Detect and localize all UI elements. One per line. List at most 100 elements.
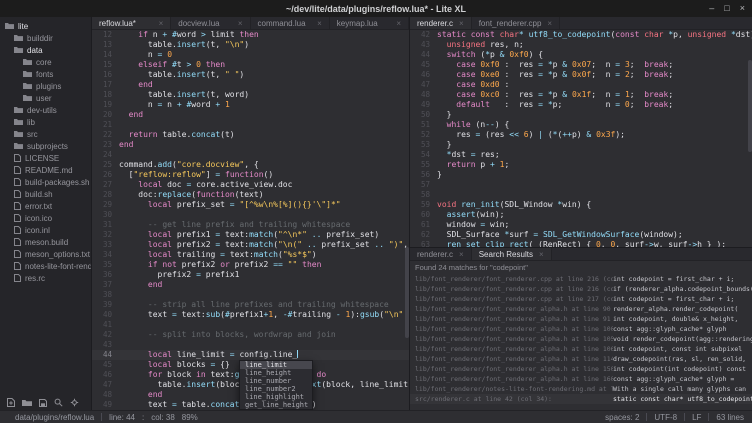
tab-search-results[interactable]: Search Results×: [472, 248, 552, 260]
close-icon[interactable]: ×: [547, 19, 552, 28]
code-line-24[interactable]: 24: [92, 150, 409, 160]
left-scrollbar-thumb[interactable]: [405, 247, 409, 338]
code-line-56[interactable]: 56}: [410, 170, 752, 180]
code-line-16[interactable]: 16 table.insert(t, " "): [92, 70, 409, 80]
code-line-12[interactable]: 12 if n + #word > limit then: [92, 30, 409, 40]
save-button[interactable]: [39, 394, 47, 412]
autocomplete-item[interactable]: line_limit: [240, 361, 312, 369]
code-line-54[interactable]: 54 *dst = res;: [410, 150, 752, 160]
code-line-35[interactable]: 35 if not prefix2 or prefix2 == "" then: [92, 260, 409, 270]
autocomplete-item[interactable]: get_line_height: [240, 401, 312, 409]
tree-item-error.txt[interactable]: error.txt: [0, 200, 91, 212]
code-line-52[interactable]: 52 res = (res << 6) | (*(++p) & 0x3f);: [410, 130, 752, 140]
tree-item-builddir[interactable]: builddir: [0, 32, 91, 44]
search-result-row[interactable]: lib/font_renderer/font_renderer_alpha.h …: [410, 354, 752, 364]
autocomplete-item[interactable]: line_height: [240, 369, 312, 377]
new-file-button[interactable]: [7, 394, 15, 412]
left-doc[interactable]: 12 if n + #word > limit then13 table.ins…: [92, 30, 409, 410]
code-line-13[interactable]: 13 table.insert(t, "\n"): [92, 40, 409, 50]
code-line-32[interactable]: 32 local prefix1 = text:match("^\n*" .. …: [92, 230, 409, 240]
code-line-21[interactable]: 21: [92, 120, 409, 130]
tree-item-dev-utils[interactable]: dev-utils: [0, 104, 91, 116]
search-result-row[interactable]: lib/font_renderer/font_renderer_alpha.h …: [410, 364, 752, 374]
right-scrollbar-thumb[interactable]: [748, 60, 752, 151]
tree-item-plugins[interactable]: plugins: [0, 80, 91, 92]
tab-command.lua[interactable]: command.lua×: [251, 17, 330, 29]
close-icon[interactable]: ×: [459, 250, 464, 259]
autocomplete-item[interactable]: line_number: [240, 377, 312, 385]
code-line-41[interactable]: 41: [92, 320, 409, 330]
code-line-53[interactable]: 53 }: [410, 140, 752, 150]
search-result-row[interactable]: lib/font_renderer/font_renderer.cpp at l…: [410, 274, 752, 284]
code-line-33[interactable]: 33 local prefix2 = text:match("\n(" .. p…: [92, 240, 409, 250]
code-line-58[interactable]: 58: [410, 190, 752, 200]
tab-font-renderer.cpp[interactable]: font_renderer.cpp×: [472, 17, 560, 29]
search-result-row[interactable]: lib/font_renderer/font_renderer_alpha.h …: [410, 334, 752, 344]
search-result-row[interactable]: lib/font_renderer/font_renderer_alpha.h …: [410, 344, 752, 354]
code-line-39[interactable]: 39 -- strip all line prefixes and traili…: [92, 300, 409, 310]
tree-item-notes-lite-font-rendering.md[interactable]: notes-lite-font-rendering.md: [0, 260, 91, 272]
code-line-29[interactable]: 29 local prefix_set = "[^%w\n%[%](){}'\"…: [92, 200, 409, 210]
code-line-48[interactable]: 48 case 0xc0 : res = *p & 0x1f; n = 1; b…: [410, 90, 752, 100]
tab-docview.lua[interactable]: docview.lua×: [171, 17, 250, 29]
tree-item-readme.md[interactable]: README.md: [0, 164, 91, 176]
tree-item-core[interactable]: core: [0, 56, 91, 68]
code-line-27[interactable]: 27 local doc = core.active_view.doc: [92, 180, 409, 190]
code-line-44[interactable]: 44 switch (*p & 0xf0) {: [410, 50, 752, 60]
code-line-62[interactable]: 62 SDL_Surface *surf = SDL_GetWindowSurf…: [410, 230, 752, 240]
search-result-row[interactable]: src/renderer.c at line 42 (col 34): stat…: [410, 394, 752, 404]
code-line-20[interactable]: 20 end: [92, 110, 409, 120]
code-line-19[interactable]: 19 n = n + #word + 1: [92, 100, 409, 110]
code-line-34[interactable]: 34 local trailing = text:match("%s*$"): [92, 250, 409, 260]
code-line-63[interactable]: 63 ren_set_clip_rect( (RenRect) { 0, 0, …: [410, 240, 752, 247]
code-line-42[interactable]: 42 -- split into blocks, wordwrap and jo…: [92, 330, 409, 340]
close-icon[interactable]: ×: [459, 19, 464, 28]
tree-item-meson-options.txt[interactable]: meson_options.txt: [0, 248, 91, 260]
code-line-47[interactable]: 47 case 0xd0 :: [410, 80, 752, 90]
open-folder-button[interactable]: [22, 394, 32, 412]
code-line-51[interactable]: 51 while (n--) {: [410, 120, 752, 130]
settings-button[interactable]: [70, 394, 79, 412]
tree-item-license[interactable]: LICENSE: [0, 152, 91, 164]
search-result-row[interactable]: lib/font_renderer/font_renderer.cpp at l…: [410, 294, 752, 304]
code-line-59[interactable]: 59void ren_init(SDL_Window *win) {: [410, 200, 752, 210]
code-line-44[interactable]: 44 local line_limit = config.line_: [92, 350, 409, 360]
tree-item-lib[interactable]: lib: [0, 116, 91, 128]
code-line-38[interactable]: 38: [92, 290, 409, 300]
tree-item-meson.build[interactable]: meson.build: [0, 236, 91, 248]
tree-item-build.sh[interactable]: build.sh: [0, 188, 91, 200]
right-doc[interactable]: 42static const char* utf8_to_codepoint(c…: [410, 30, 752, 247]
close-icon[interactable]: ×: [159, 19, 164, 28]
code-line-57[interactable]: 57: [410, 180, 752, 190]
code-line-15[interactable]: 15 elseif #t > 0 then: [92, 60, 409, 70]
code-line-18[interactable]: 18 table.insert(t, word): [92, 90, 409, 100]
code-line-30[interactable]: 30: [92, 210, 409, 220]
close-icon[interactable]: ×: [317, 19, 322, 28]
maximize-button[interactable]: □: [724, 4, 729, 13]
tree-item-build-packages.sh[interactable]: build-packages.sh: [0, 176, 91, 188]
tree-item-fonts[interactable]: fonts: [0, 68, 91, 80]
code-line-60[interactable]: 60 assert(win);: [410, 210, 752, 220]
code-line-26[interactable]: 26 ["reflow:reflow"] = function(): [92, 170, 409, 180]
code-line-61[interactable]: 61 window = win;: [410, 220, 752, 230]
tree-item-src[interactable]: src: [0, 128, 91, 140]
close-icon[interactable]: ×: [238, 19, 243, 28]
code-line-55[interactable]: 55 return p + 1;: [410, 160, 752, 170]
code-line-43[interactable]: 43: [92, 340, 409, 350]
code-line-14[interactable]: 14 n = 0: [92, 50, 409, 60]
tree-item-lite[interactable]: lite: [0, 20, 91, 32]
autocomplete-item[interactable]: line_highlight: [240, 393, 312, 401]
tree-item-icon.inl[interactable]: icon.inl: [0, 224, 91, 236]
code-line-40[interactable]: 40 text = text:sub(#prefix1+1, -#trailin…: [92, 310, 409, 320]
code-line-28[interactable]: 28 doc:replace(function(text): [92, 190, 409, 200]
tree-item-data[interactable]: data: [0, 44, 91, 56]
code-line-46[interactable]: 46 case 0xe0 : res = *p & 0x0f; n = 2; b…: [410, 70, 752, 80]
minimize-button[interactable]: –: [709, 4, 714, 13]
tree-item-res.rc[interactable]: res.rc: [0, 272, 91, 284]
tab-renderer.c[interactable]: renderer.c×: [410, 17, 472, 29]
tab-keymap.lua[interactable]: keymap.lua×: [330, 17, 409, 29]
code-line-43[interactable]: 43 unsigned res, n;: [410, 40, 752, 50]
search-button[interactable]: [54, 394, 63, 412]
code-line-45[interactable]: 45 case 0xf0 : res = *p & 0x07; n = 3; b…: [410, 60, 752, 70]
tree-item-icon.ico[interactable]: icon.ico: [0, 212, 91, 224]
